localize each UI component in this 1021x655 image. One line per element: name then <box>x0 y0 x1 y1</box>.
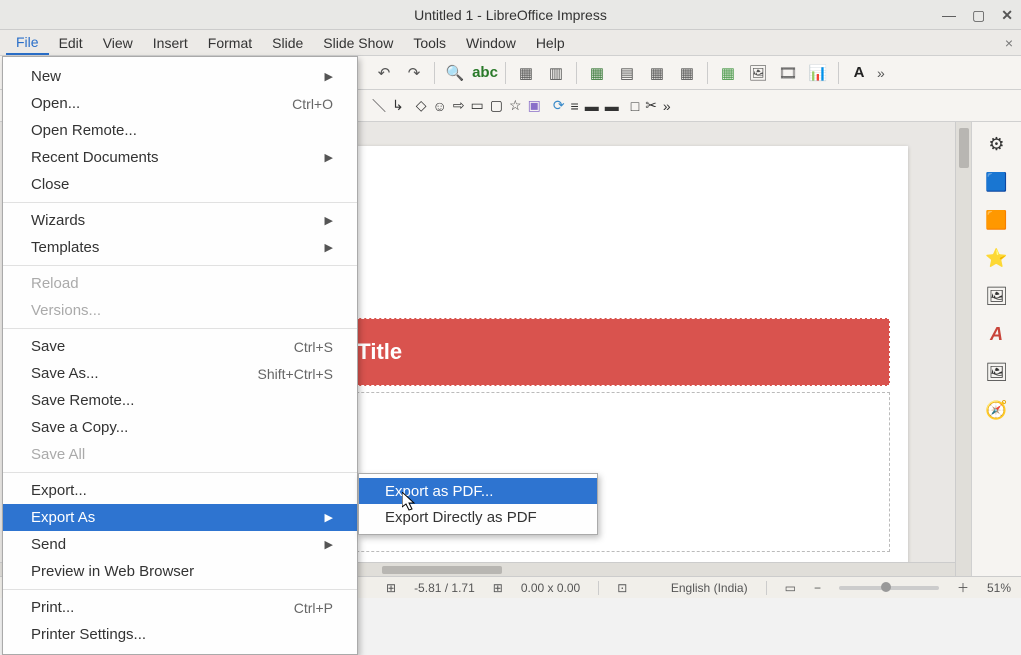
minimize-button[interactable]: — <box>942 7 956 23</box>
file-menu-new[interactable]: New▶ <box>3 63 357 90</box>
file-menu-templates[interactable]: Templates▶ <box>3 234 357 261</box>
toolbar-icon[interactable]: ▦ <box>645 61 669 85</box>
arrow-shapes-icon[interactable]: ⇨ <box>453 97 465 114</box>
toolbar-overflow-icon[interactable]: » <box>877 65 885 81</box>
master-icon[interactable]: 🖼 <box>983 282 1011 310</box>
file-menu-export[interactable]: Export... <box>3 477 357 504</box>
menu-slide-show[interactable]: Slide Show <box>313 32 403 54</box>
file-menu-wizards[interactable]: Wizards▶ <box>3 207 357 234</box>
slide-panel-icon[interactable]: 🟦 <box>983 168 1011 196</box>
styles-icon[interactable]: A <box>983 320 1011 348</box>
find-icon[interactable]: 🔍 <box>443 61 467 85</box>
file-menu-save-a-copy[interactable]: Save a Copy... <box>3 414 357 441</box>
text-icon[interactable]: A <box>847 61 871 85</box>
window-title: Untitled 1 - LibreOffice Impress <box>414 7 607 23</box>
menu-view[interactable]: View <box>93 32 143 54</box>
arrange-icon[interactable]: ▬ <box>585 98 599 114</box>
sidebar-rail: ⚙ 🟦 🟧 ⭐ 🖼 A 🖼 🧭 <box>971 122 1021 576</box>
file-menu-close[interactable]: Close <box>3 171 357 198</box>
status-language[interactable]: English (India) <box>671 581 748 595</box>
menu-edit[interactable]: Edit <box>49 32 93 54</box>
insert-media-icon[interactable]: 🎞 <box>776 61 800 85</box>
align-icon[interactable]: ≡ <box>571 98 579 114</box>
file-menu-save-all: Save All <box>3 441 357 468</box>
window-controls: — ▢ ✕ <box>942 0 1013 30</box>
gallery-icon[interactable]: 🟧 <box>983 206 1011 234</box>
callout-icon[interactable]: ▭ <box>471 97 484 114</box>
vertical-scrollbar[interactable] <box>955 122 971 576</box>
flowchart-icon[interactable]: ▢ <box>490 97 503 114</box>
insert-table-icon[interactable]: ▦ <box>716 61 740 85</box>
menubar: File Edit View Insert Format Slide Slide… <box>0 30 1021 56</box>
file-menu-open[interactable]: Open...Ctrl+O <box>3 90 357 117</box>
smiley-icon[interactable]: ☺ <box>433 98 447 114</box>
window-titlebar: Untitled 1 - LibreOffice Impress — ▢ ✕ <box>0 0 1021 30</box>
file-menu-printer-settings[interactable]: Printer Settings... <box>3 621 357 648</box>
new-slide-icon[interactable]: ▦ <box>585 61 609 85</box>
undo-icon[interactable]: ↶ <box>372 61 396 85</box>
close-button[interactable]: ✕ <box>1001 7 1013 24</box>
menu-format[interactable]: Format <box>198 32 262 54</box>
properties-icon[interactable]: ⚙ <box>983 130 1011 158</box>
export-submenu-export-as-pdf[interactable]: Export as PDF... <box>359 478 597 504</box>
shadow-icon[interactable]: □ <box>631 98 639 114</box>
toolbar-icon[interactable]: ▥ <box>544 61 568 85</box>
file-menu-reload: Reload <box>3 270 357 297</box>
line-icon[interactable]: ＼ <box>372 96 386 116</box>
zoom-level[interactable]: 51% <box>987 581 1011 595</box>
distribute-icon[interactable]: ▬ <box>605 98 619 114</box>
rotate-icon[interactable]: ⟳ <box>553 97 565 114</box>
spellcheck-icon[interactable]: abc <box>473 61 497 85</box>
favorites-icon[interactable]: ⭐ <box>983 244 1011 272</box>
file-menu-print[interactable]: Print...Ctrl+P <box>3 594 357 621</box>
menu-help[interactable]: Help <box>526 32 575 54</box>
menu-insert[interactable]: Insert <box>143 32 198 54</box>
menu-tools[interactable]: Tools <box>403 32 456 54</box>
grid-icon[interactable]: ▦ <box>514 61 538 85</box>
document-close-icon[interactable]: × <box>1005 35 1013 51</box>
fit-slide-icon[interactable]: ▭ <box>785 581 796 595</box>
zoom-slider[interactable] <box>839 586 939 590</box>
3d-icon[interactable]: ▣ <box>528 97 541 114</box>
file-menu-dropdown: New▶Open...Ctrl+OOpen Remote...Recent Do… <box>2 56 358 655</box>
toolbar-icon[interactable]: ▦ <box>675 61 699 85</box>
file-menu-preview-in-web-browser[interactable]: Preview in Web Browser <box>3 558 357 585</box>
status-coords: -5.81 / 1.71 <box>414 581 475 595</box>
file-menu-save-remote[interactable]: Save Remote... <box>3 387 357 414</box>
redo-icon[interactable]: ↷ <box>402 61 426 85</box>
basic-shapes-icon[interactable]: ◇ <box>416 97 427 114</box>
image-icon[interactable]: 🖼 <box>983 358 1011 386</box>
menu-slide[interactable]: Slide <box>262 32 313 54</box>
file-menu-save[interactable]: SaveCtrl+S <box>3 333 357 360</box>
file-menu-save-as[interactable]: Save As...Shift+Ctrl+S <box>3 360 357 387</box>
file-menu-recent-documents[interactable]: Recent Documents▶ <box>3 144 357 171</box>
insert-chart-icon[interactable]: 📊 <box>806 61 830 85</box>
connector-icon[interactable]: ↳ <box>392 97 404 114</box>
file-menu-versions: Versions... <box>3 297 357 324</box>
menu-file[interactable]: File <box>6 31 49 55</box>
drawbar-overflow-icon[interactable]: » <box>663 98 671 114</box>
file-menu-open-remote[interactable]: Open Remote... <box>3 117 357 144</box>
crop-icon[interactable]: ✂ <box>645 97 657 114</box>
insert-image-icon[interactable]: 🖼 <box>746 61 770 85</box>
status-size: 0.00 x 0.00 <box>521 581 580 595</box>
export-as-submenu: Export as PDF...Export Directly as PDF <box>358 473 598 535</box>
star-icon[interactable]: ☆ <box>509 97 522 114</box>
maximize-button[interactable]: ▢ <box>972 7 985 24</box>
file-menu-export-as[interactable]: Export As▶ <box>3 504 357 531</box>
export-submenu-export-directly-as-pdf[interactable]: Export Directly as PDF <box>359 504 597 530</box>
menu-window[interactable]: Window <box>456 32 526 54</box>
file-menu-send[interactable]: Send▶ <box>3 531 357 558</box>
navigator-icon[interactable]: 🧭 <box>983 396 1011 424</box>
layout-icon[interactable]: ▤ <box>615 61 639 85</box>
